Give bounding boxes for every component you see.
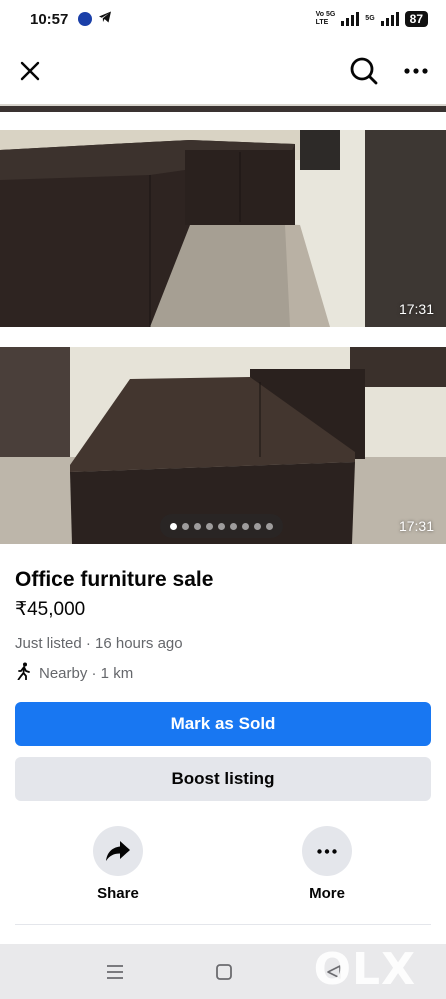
pager-dot[interactable] [230,522,237,530]
pager-dot[interactable] [254,522,261,530]
photo-timestamp: 17:31 [398,301,434,317]
divider [15,924,431,925]
more-label: More [309,885,345,902]
recents-icon[interactable] [103,960,127,984]
share-action[interactable]: Share [68,826,168,902]
more-icon[interactable] [400,55,432,87]
mark-as-sold-button[interactable]: Mark as Sold [15,702,431,746]
distance-text: Nearby · 1 km [39,664,134,682]
listing-price: ₹45,000 [15,599,86,620]
listing-location: Nearby · 1 km [15,662,431,684]
boost-listing-button[interactable]: Boost listing [15,757,431,801]
share-label: Share [97,885,139,902]
pager-dot[interactable] [266,522,273,530]
more-action[interactable]: More [277,826,377,902]
action-row: Share More [0,826,446,906]
more-icon[interactable] [302,826,352,876]
photo-timestamp: 17:31 [398,518,434,534]
network-label: Vo 5G LTE [316,11,336,27]
listing-photo-1[interactable]: 17:31 [0,130,446,327]
listing-info: Office furniture sale ₹45,000 Just liste… [15,566,431,684]
status-time: 10:57 [30,10,69,28]
home-icon[interactable] [212,960,236,984]
status-right: Vo 5G LTE 5G 87 [316,11,428,27]
telegram-icon [98,10,112,28]
app-notification-icon [78,12,93,26]
search-icon[interactable] [348,55,380,87]
battery-indicator: 87 [404,11,428,27]
app-bar [0,40,446,102]
network-line1: Vo 5G [315,11,336,18]
share-icon[interactable] [93,826,143,876]
pager-dot[interactable] [170,522,177,530]
listing-time: Just listed · 16 hours ago [15,635,183,652]
close-icon[interactable] [14,55,46,87]
walking-icon [15,662,33,684]
photo-pager[interactable] [160,514,283,538]
pager-dot[interactable] [182,522,189,530]
listing-title: Office furniture sale [15,568,214,591]
signal-icon [341,12,360,26]
status-bar: 10:57 Vo 5G LTE 5G 87 [0,0,446,38]
pager-dot[interactable] [206,522,213,530]
network-line2: LTE [315,19,329,26]
pager-dot[interactable] [242,522,249,530]
pager-dot[interactable] [194,522,201,530]
previous-photo-strip [0,102,446,112]
network-type: 5G [365,15,375,22]
pager-dot[interactable] [218,522,225,530]
signal-icon-2 [380,12,399,26]
listing-photo-2[interactable]: 17:31 [0,347,446,544]
system-nav-bar: OLX [0,944,446,999]
olx-watermark: OLX [313,944,416,995]
